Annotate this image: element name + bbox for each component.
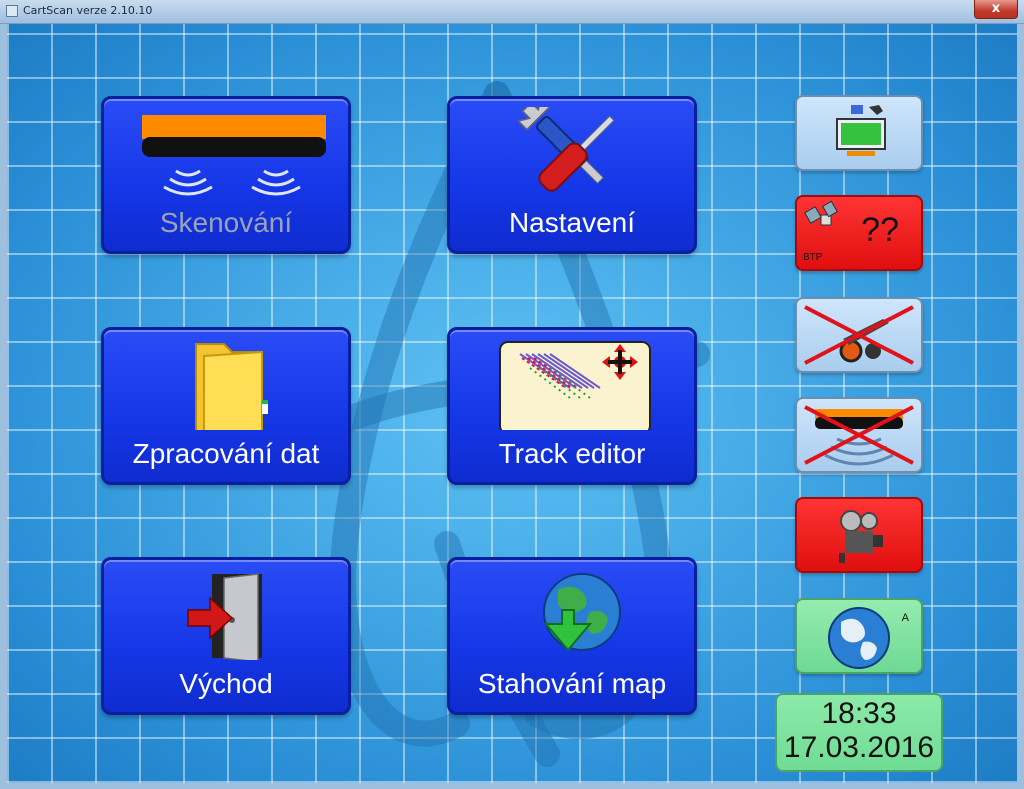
satellite-icon xyxy=(804,200,839,226)
exit-tile[interactable]: Východ xyxy=(101,557,351,715)
battery-monitor-icon xyxy=(836,105,886,156)
clock-time: 18:33 xyxy=(821,697,897,730)
app-icon xyxy=(6,5,18,17)
map-download-tile[interactable]: Stahování map xyxy=(447,557,697,715)
folder-icon xyxy=(195,343,268,430)
battery-status-button[interactable] xyxy=(795,95,923,171)
gps-status-button[interactable]: ?? BTP xyxy=(795,195,923,271)
cart-crossed-icon xyxy=(804,305,914,365)
window-frame-left xyxy=(0,24,7,789)
map-status-text: A xyxy=(901,612,909,624)
settings-tile-label: Nastavení xyxy=(508,207,636,238)
gps-status-subtext: BTP xyxy=(803,252,823,263)
map-download-tile-label: Stahování map xyxy=(477,668,667,699)
window-frame-bottom xyxy=(0,783,1024,789)
globe-download-icon xyxy=(543,573,621,652)
track-editor-tile[interactable]: Track editor xyxy=(447,327,697,485)
data-processing-tile-label: Zpracování dat xyxy=(132,438,320,469)
exit-tile-label: Východ xyxy=(179,668,273,699)
title-bar: CartScan verze 2.10.10 x xyxy=(0,0,1024,24)
scan-tile-label: Skenování xyxy=(159,207,293,238)
settings-tile[interactable]: Nastavení xyxy=(447,96,697,254)
camera-icon xyxy=(839,510,883,563)
track-editor-icon xyxy=(499,341,651,430)
exit-door-icon xyxy=(187,573,262,660)
scanner-crossed-icon xyxy=(804,405,914,466)
camera-status-button[interactable] xyxy=(795,497,923,573)
track-editor-tile-label: Track editor xyxy=(498,438,646,469)
clock-date: 17.03.2016 xyxy=(783,731,935,764)
gps-status-text: ?? xyxy=(861,211,899,249)
scan-tile[interactable]: Skenování xyxy=(101,96,351,254)
tools-icon xyxy=(516,107,615,192)
data-processing-tile[interactable]: Zpracování dat xyxy=(101,327,351,485)
close-button[interactable]: x xyxy=(974,0,1018,19)
map-status-button[interactable]: A xyxy=(795,598,923,674)
window-title: CartScan verze 2.10.10 xyxy=(23,4,153,17)
clock-display: 18:33 17.03.2016 xyxy=(775,693,943,772)
window-frame-right xyxy=(1017,24,1024,789)
scanner-icon xyxy=(142,115,326,196)
cart-status-button[interactable] xyxy=(795,297,923,373)
scanner-status-button[interactable] xyxy=(795,397,923,473)
globe-icon xyxy=(828,607,890,669)
